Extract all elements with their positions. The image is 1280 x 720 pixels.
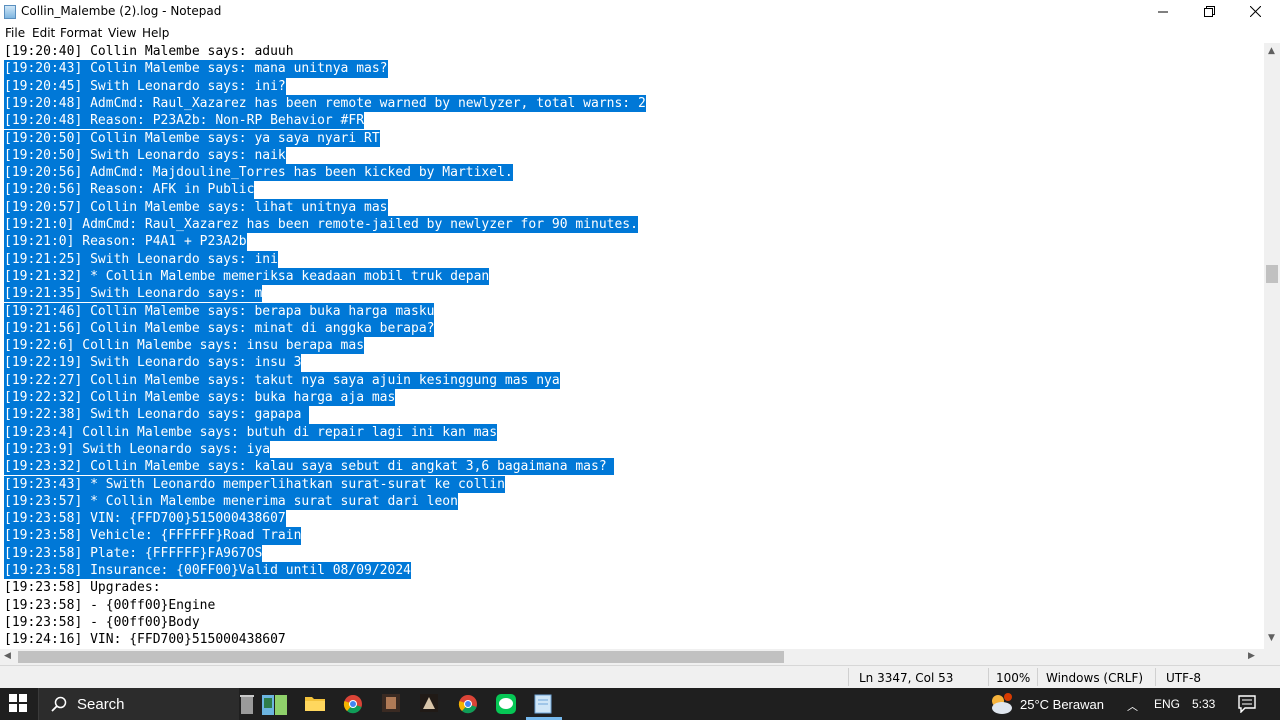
- menu-file[interactable]: File: [5, 26, 25, 40]
- taskbar-search[interactable]: Search: [38, 688, 239, 720]
- text-line[interactable]: [19:21:0] AdmCmd: Raul_Xazarez has been …: [4, 216, 638, 234]
- restore-button[interactable]: [1186, 0, 1232, 24]
- text-line[interactable]: [19:23:58] Insurance: {00FF00}Valid unti…: [4, 562, 411, 580]
- text-line[interactable]: [19:23:43] * Swith Leonardo memperlihatk…: [4, 475, 505, 493]
- encoding: UTF-8: [1166, 671, 1201, 685]
- text-line[interactable]: [19:22:6] Collin Malembe says: insu bera…: [4, 337, 365, 355]
- status-bar: Ln 3347, Col 53 100% Windows (CRLF) UTF-…: [0, 665, 1280, 688]
- text-line[interactable]: [19:20:40] Collin Malembe says: aduuh: [4, 43, 294, 60]
- notepad-icon: [4, 5, 16, 19]
- text-editor[interactable]: [19:20:40] Collin Malembe says: aduuh [19…: [0, 43, 1264, 649]
- text-line[interactable]: [19:22:38] Swith Leonardo says: gapapa: [4, 406, 310, 424]
- text-line[interactable]: [19:23:57] * Collin Malembe menerima sur…: [4, 492, 458, 511]
- game2-icon[interactable]: [420, 694, 440, 714]
- vertical-scrollbar[interactable]: ▲ ▼: [1264, 43, 1280, 649]
- notification-icon[interactable]: [1238, 695, 1258, 715]
- text-line[interactable]: [19:23:58] Vehicle: {FFFFFF}Road Train: [4, 527, 302, 545]
- language-indicator[interactable]: ENG: [1154, 697, 1180, 711]
- text-line[interactable]: [19:20:48] Reason: P23A2b: Non-RP Behavi…: [4, 112, 365, 130]
- windows-start-icon[interactable]: [9, 694, 29, 714]
- weather-text[interactable]: 25°C Berawan: [1020, 697, 1104, 712]
- text-line[interactable]: [19:21:46] Collin Malembe says: berapa b…: [4, 302, 435, 320]
- menu-edit[interactable]: Edit: [32, 26, 55, 40]
- text-line[interactable]: [19:24:16] VIN: {FFD700}515000438607: [4, 631, 286, 648]
- horizontal-scroll-thumb[interactable]: [18, 651, 784, 663]
- close-button[interactable]: [1232, 0, 1278, 24]
- line-chat-icon[interactable]: [496, 694, 516, 714]
- title-bar[interactable]: Collin_Malembe (2).log - Notepad: [0, 0, 1280, 24]
- folder-icon[interactable]: [305, 694, 325, 714]
- text-line[interactable]: [19:22:19] Swith Leonardo says: insu 3: [4, 354, 302, 372]
- menu-view[interactable]: View: [108, 26, 136, 40]
- menu-help[interactable]: Help: [142, 26, 169, 40]
- status-divider: [848, 668, 849, 686]
- line-ending: Windows (CRLF): [1046, 671, 1144, 685]
- text-line[interactable]: [19:20:50] Collin Malembe says: ya saya …: [4, 129, 380, 147]
- taskbar: Search 25°C Berawan ︿ ENG 5:33: [0, 688, 1280, 720]
- minimize-icon: [1158, 11, 1168, 13]
- text-line[interactable]: [19:23:4] Collin Malembe says: butuh di …: [4, 423, 498, 441]
- window-title: Collin_Malembe (2).log - Notepad: [21, 4, 222, 18]
- text-line[interactable]: [19:20:50] Swith Leonardo says: naik: [4, 146, 286, 165]
- text-line[interactable]: [19:21:25] Swith Leonardo says: ini: [4, 250, 278, 268]
- text-line[interactable]: [19:21:35] Swith Leonardo says: m: [4, 285, 263, 303]
- text-line[interactable]: [19:23:58] - {00ff00}Body: [4, 614, 200, 631]
- status-divider: [988, 668, 989, 686]
- notepad-taskbar-icon[interactable]: [534, 694, 554, 714]
- scroll-up-icon[interactable]: ▲: [1268, 46, 1275, 56]
- minimize-button[interactable]: [1140, 0, 1186, 24]
- book-icon[interactable]: [262, 694, 287, 715]
- horizontal-scrollbar[interactable]: ◀ ▶: [0, 649, 1264, 665]
- text-line[interactable]: [19:23:58] Upgrades:: [4, 579, 161, 596]
- text-line[interactable]: [19:20:48] AdmCmd: Raul_Xazarez has been…: [4, 94, 646, 113]
- text-line[interactable]: [19:20:45] Swith Leonardo says: ini?: [4, 77, 286, 95]
- clock[interactable]: 5:33: [1192, 697, 1215, 711]
- menu-format[interactable]: Format: [60, 26, 102, 40]
- text-line[interactable]: [19:20:56] Reason: AFK in Public: [4, 181, 255, 199]
- text-line[interactable]: [19:23:58] VIN: {FFD700}515000438607: [4, 510, 286, 528]
- text-line[interactable]: [19:22:27] Collin Malembe says: takut ny…: [4, 371, 560, 389]
- text-line[interactable]: [19:20:43] Collin Malembe says: mana uni…: [4, 60, 388, 78]
- text-line[interactable]: [19:20:57] Collin Malembe says: lihat un…: [4, 198, 388, 216]
- status-divider: [1037, 668, 1038, 686]
- vertical-scroll-thumb[interactable]: [1266, 265, 1278, 283]
- text-line[interactable]: [19:22:32] Collin Malembe says: buka har…: [4, 389, 396, 407]
- search-icon: [51, 696, 67, 712]
- scroll-right-icon[interactable]: ▶: [1248, 651, 1255, 661]
- text-line[interactable]: [19:23:32] Collin Malembe says: kalau sa…: [4, 458, 615, 476]
- show-hidden-icons-icon[interactable]: ︿: [1127, 698, 1138, 714]
- weather-icon[interactable]: [988, 693, 1012, 714]
- search-label: Search: [77, 696, 125, 713]
- scroll-left-icon[interactable]: ◀: [4, 651, 11, 661]
- text-line[interactable]: [19:21:56] Collin Malembe says: minat di…: [4, 319, 435, 338]
- chrome-icon[interactable]: [343, 694, 363, 714]
- cursor-position: Ln 3347, Col 53: [859, 671, 954, 685]
- text-line[interactable]: [19:21:32] * Collin Malembe memeriksa ke…: [4, 267, 490, 286]
- text-line[interactable]: [19:23:58] - {00ff00}Engine: [4, 597, 215, 614]
- zoom-level: 100%: [996, 671, 1031, 685]
- status-divider: [1155, 668, 1156, 686]
- menu-bar: File Edit Format View Help: [0, 24, 1280, 43]
- scroll-corner: [1264, 649, 1280, 665]
- text-line[interactable]: [19:20:56] AdmCmd: Majdouline_Torres has…: [4, 164, 513, 182]
- game-icon[interactable]: [382, 694, 402, 714]
- scroll-down-icon[interactable]: ▼: [1268, 633, 1275, 643]
- text-line[interactable]: [19:23:58] Plate: {FFFFFF}FA967OS: [4, 544, 263, 562]
- restore-icon: [1203, 6, 1215, 17]
- chrome-alt-icon[interactable]: [458, 694, 478, 714]
- text-line[interactable]: [19:23:9] Swith Leonardo says: iya: [4, 440, 271, 459]
- text-line[interactable]: [19:21:0] Reason: P4A1 + P23A2b: [4, 233, 247, 251]
- close-icon: [1249, 5, 1261, 18]
- trash-icon[interactable]: [240, 694, 260, 714]
